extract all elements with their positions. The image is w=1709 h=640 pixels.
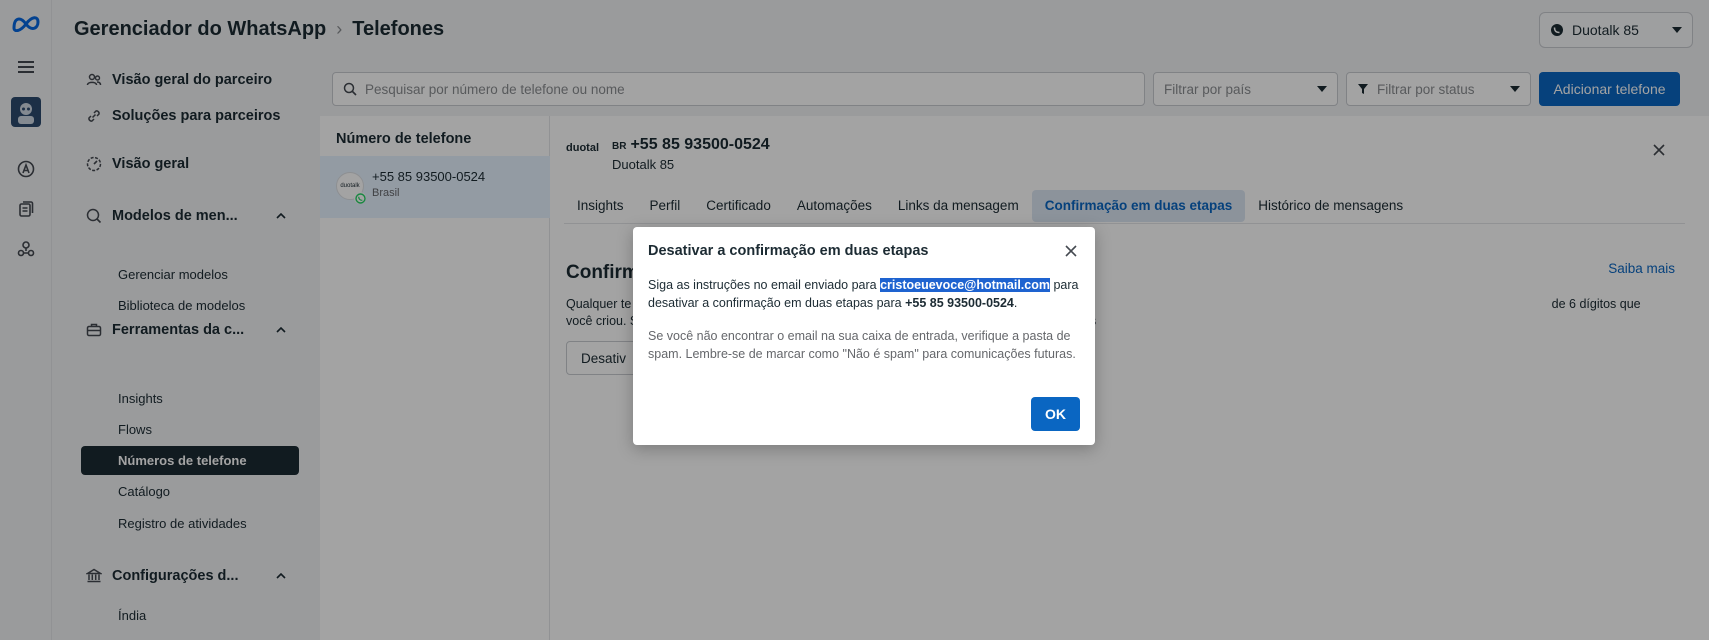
- dialog-title: Desativar a confirmação em duas etapas: [648, 243, 929, 259]
- email-address[interactable]: cristoeuevoce@hotmail.com: [880, 278, 1050, 292]
- dialog-note: Se você não encontrar o email na sua cai…: [648, 329, 1076, 361]
- close-icon[interactable]: [1061, 241, 1081, 261]
- ok-button[interactable]: OK: [1031, 397, 1080, 431]
- disable-two-step-dialog: Desativar a confirmação em duas etapas S…: [633, 227, 1095, 445]
- dialog-phone: +55 85 93500-0524: [905, 296, 1014, 310]
- dialog-message: Siga as instruções no email enviado para…: [648, 278, 1079, 310]
